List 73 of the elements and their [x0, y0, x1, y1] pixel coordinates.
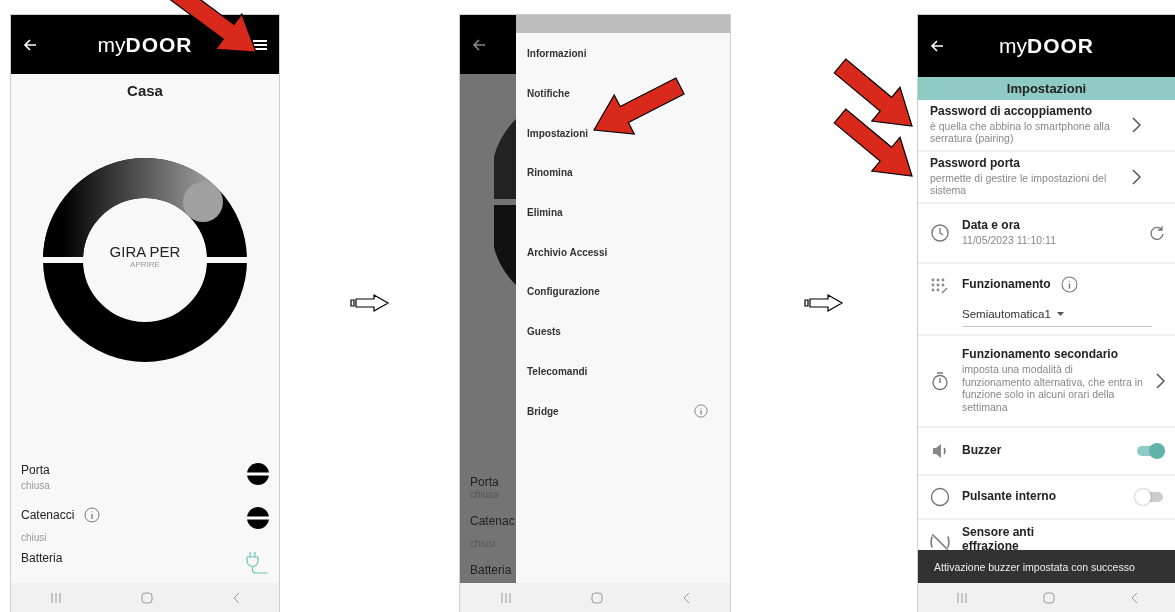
info-icon[interactable] — [694, 404, 708, 419]
row-title: Funzionamento secondario — [962, 348, 1119, 363]
row-title: Password di accoppiamento — [930, 105, 1094, 119]
status-value: chiusi — [21, 532, 48, 543]
circle-icon — [930, 487, 950, 507]
status-label: Porta — [21, 463, 50, 477]
status-label: Batteria — [21, 551, 63, 565]
row-title: Data e ora — [962, 219, 1022, 234]
next-step-arrow-icon — [804, 294, 844, 312]
row-description: è quella che abbina lo smartphone alla serratura (pairing) — [930, 119, 1111, 145]
menu-icon[interactable] — [253, 38, 267, 51]
chevron-right-icon[interactable] — [1132, 169, 1141, 185]
back-icon[interactable] — [1129, 591, 1138, 604]
dial-label: GIRA PER — [109, 243, 181, 260]
row-description: imposta una modalità di funzionamento alternativa, che entra in funzione solo in alcuni orari della settimana — [962, 363, 1144, 414]
dial-sublabel: APRIRE — [130, 260, 160, 269]
info-icon[interactable] — [1060, 276, 1078, 293]
home-icon[interactable] — [141, 591, 153, 604]
toggle-switch[interactable] — [1137, 446, 1163, 456]
section-title: Impostazioni — [918, 77, 1175, 100]
app-logo: myDOOR — [97, 32, 193, 57]
back-icon[interactable] — [231, 591, 240, 604]
info-icon[interactable] — [84, 507, 101, 523]
back-icon[interactable] — [682, 591, 691, 604]
row-description: permette di gestire le impostazioni del sistema — [930, 171, 1108, 197]
menu-item[interactable]: Bridge — [516, 391, 730, 431]
snackbar-message: Attivazione buzzer impostata con successo — [918, 550, 1175, 583]
mode-dropdown[interactable]: Semiautomatica1 — [962, 308, 1152, 327]
menu-item[interactable]: Archivio Accessi — [516, 232, 730, 273]
app-logo: myDOOR — [999, 34, 1094, 58]
settings-row[interactable]: Password di accoppiamento è quella che abbina lo smartphone alla serratura (pairing) — [918, 100, 1175, 150]
menu-item[interactable]: Impostazioni — [516, 113, 730, 154]
recent-apps-icon[interactable] — [50, 592, 63, 603]
row-title: Funzionamento — [962, 277, 1051, 292]
home-icon[interactable] — [1042, 591, 1055, 604]
caret-icon — [1056, 312, 1064, 316]
row-title: Buzzer — [962, 444, 1003, 458]
next-step-arrow-icon — [349, 294, 390, 312]
status-value: chiusa — [21, 480, 50, 491]
date-time-value: 11/05/2023 11:10:11 — [962, 234, 1057, 247]
status-label: Catenac — [470, 514, 516, 528]
menu-item[interactable]: Configurazione — [516, 272, 730, 312]
sensor-icon — [930, 532, 950, 552]
lock-status-icon — [247, 507, 269, 529]
recent-apps-icon[interactable] — [499, 592, 512, 603]
clock-icon — [930, 223, 950, 243]
stopwatch-icon — [930, 371, 950, 391]
menu-item[interactable]: Guests — [516, 311, 730, 352]
settings-row[interactable]: Funzionamento secondario imposta una modalità di funzionamento alternativa, che entra in funzione solo in alcuni orari della settimana — [918, 336, 1175, 426]
recent-apps-icon[interactable] — [955, 592, 968, 603]
menu-item[interactable]: Notifiche — [516, 73, 730, 114]
lock-status-icon — [247, 463, 269, 485]
settings-row[interactable]: Data e ora 11/05/2023 11:10:11 — [918, 204, 1175, 262]
settings-row[interactable]: Password porta permette di gestire le impostazioni del sistema — [918, 152, 1175, 202]
refresh-icon[interactable] — [1149, 225, 1165, 241]
plug-icon — [245, 551, 269, 575]
screen-title: Casa — [126, 81, 164, 99]
chevron-right-icon[interactable] — [1156, 373, 1165, 389]
back-arrow-icon[interactable] — [472, 37, 486, 52]
dial-ring-drawing[interactable] — [42, 157, 248, 363]
status-label: Catenacci — [21, 508, 75, 522]
chevron-right-icon[interactable] — [1132, 117, 1141, 133]
menu-item[interactable]: Informazioni — [516, 34, 730, 74]
menu-item[interactable]: Elimina — [516, 192, 730, 233]
home-icon[interactable] — [591, 591, 603, 604]
status-label: Porta — [470, 475, 500, 489]
status-label: Batteria — [470, 563, 513, 577]
menu-item[interactable]: Rinomina — [516, 153, 730, 193]
row-title: Pulsante interno — [962, 490, 1057, 504]
toggle-switch[interactable] — [1137, 492, 1163, 502]
menu-item[interactable]: Telecomandi — [516, 351, 730, 392]
row-title: Password porta — [930, 157, 1022, 171]
keypad-icon — [930, 276, 950, 296]
